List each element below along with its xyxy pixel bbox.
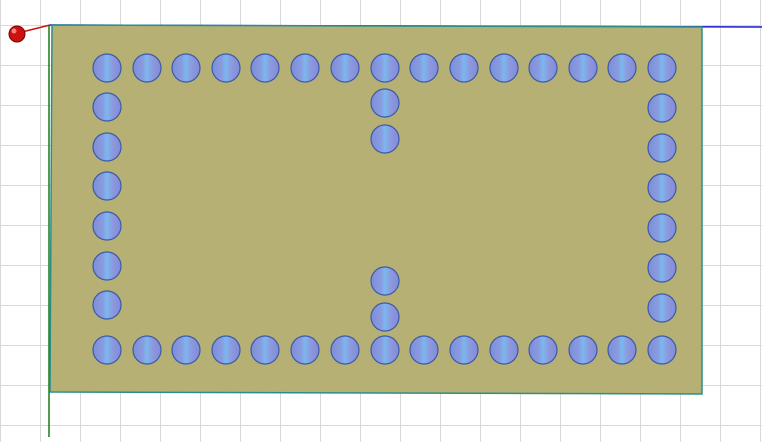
via-right-column[interactable]: [647, 213, 677, 243]
via-top-row[interactable]: [528, 53, 558, 83]
via-right-column[interactable]: [647, 253, 677, 283]
via-left-column[interactable]: [92, 132, 122, 162]
via-left-column[interactable]: [92, 290, 122, 320]
scene-canvas[interactable]: [0, 0, 762, 437]
via-top-row[interactable]: [449, 53, 479, 83]
via-bottom-row[interactable]: [568, 335, 598, 365]
via-top-row[interactable]: [250, 53, 280, 83]
via-bottom-row[interactable]: [647, 335, 677, 365]
origin-marker-highlight: [11, 28, 17, 34]
via-bottom-row[interactable]: [290, 335, 320, 365]
via-top-row[interactable]: [370, 53, 400, 83]
via-bottom-row[interactable]: [607, 335, 637, 365]
via-top-row[interactable]: [647, 53, 677, 83]
via-left-column[interactable]: [92, 92, 122, 122]
via-bottom-row[interactable]: [330, 335, 360, 365]
via-bottom-row[interactable]: [250, 335, 280, 365]
via-center-partition[interactable]: [370, 266, 400, 296]
via-top-row[interactable]: [211, 53, 241, 83]
via-right-column[interactable]: [647, 93, 677, 123]
via-center-partition[interactable]: [370, 302, 400, 332]
via-top-row[interactable]: [330, 53, 360, 83]
via-top-row[interactable]: [568, 53, 598, 83]
via-right-column[interactable]: [647, 293, 677, 323]
via-left-column[interactable]: [92, 211, 122, 241]
via-top-row[interactable]: [489, 53, 519, 83]
via-bottom-row[interactable]: [211, 335, 241, 365]
via-top-row[interactable]: [132, 53, 162, 83]
via-bottom-row[interactable]: [370, 335, 400, 365]
via-top-row[interactable]: [607, 53, 637, 83]
via-left-column[interactable]: [92, 171, 122, 201]
via-bottom-row[interactable]: [409, 335, 439, 365]
origin-marker[interactable]: [8, 25, 26, 43]
via-bottom-row[interactable]: [528, 335, 558, 365]
via-center-partition[interactable]: [370, 124, 400, 154]
via-top-row[interactable]: [409, 53, 439, 83]
via-left-column[interactable]: [92, 251, 122, 281]
via-bottom-row[interactable]: [132, 335, 162, 365]
via-bottom-row[interactable]: [449, 335, 479, 365]
via-center-partition[interactable]: [370, 88, 400, 118]
via-top-row[interactable]: [290, 53, 320, 83]
via-right-column[interactable]: [647, 133, 677, 163]
via-top-row[interactable]: [171, 53, 201, 83]
via-right-column[interactable]: [647, 173, 677, 203]
via-bottom-row[interactable]: [489, 335, 519, 365]
via-bottom-row[interactable]: [171, 335, 201, 365]
via-bottom-row[interactable]: [92, 335, 122, 365]
origin-layer: [8, 25, 26, 43]
via-top-row[interactable]: [92, 53, 122, 83]
3d-modeler-viewport[interactable]: [0, 0, 762, 437]
